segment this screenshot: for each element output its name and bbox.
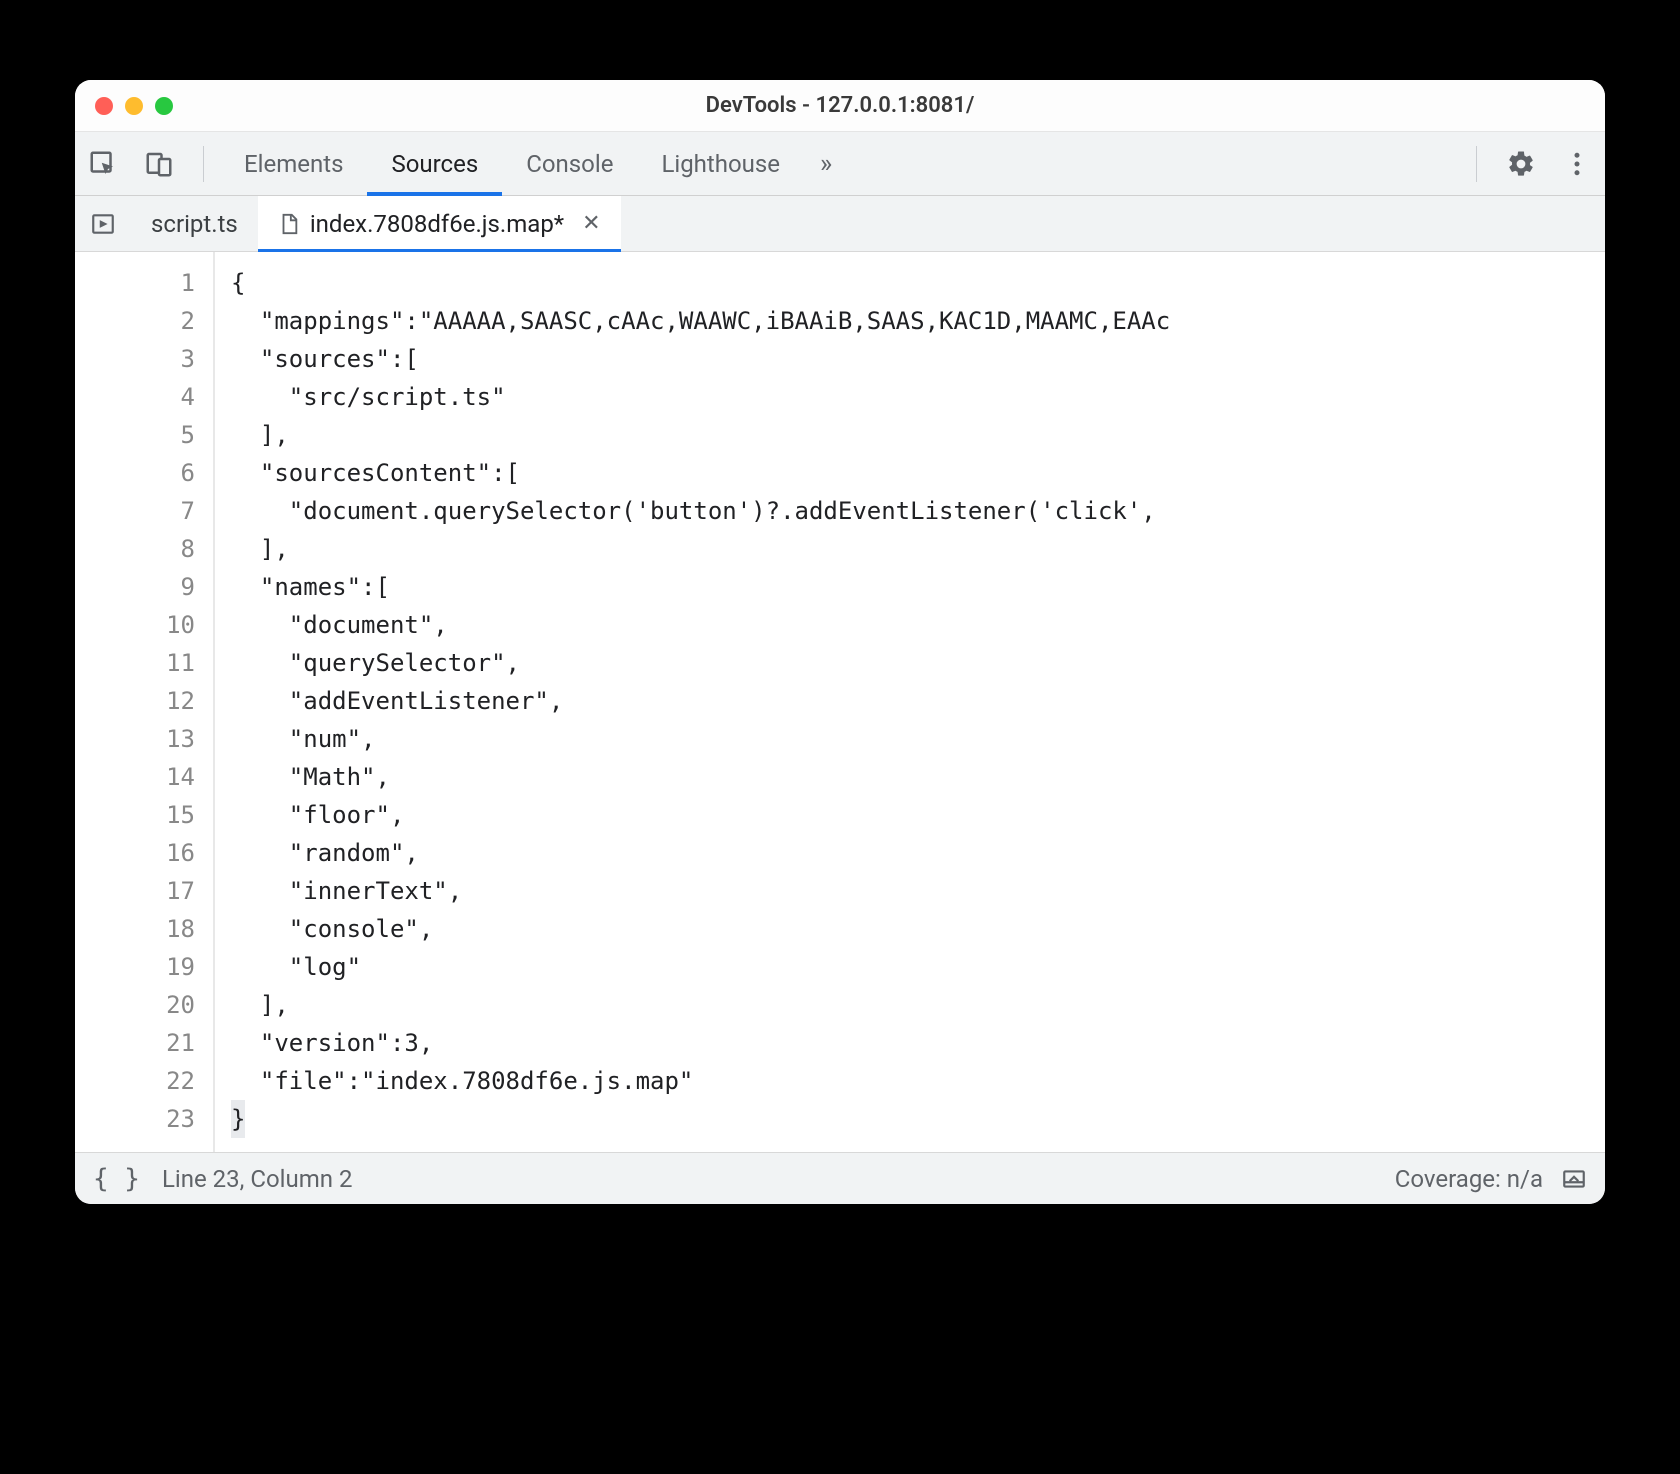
main-tabs-bar: Elements Sources Console Lighthouse » bbox=[75, 132, 1605, 196]
titlebar: DevTools - 127.0.0.1:8081/ bbox=[75, 80, 1605, 132]
code-line[interactable]: { bbox=[231, 264, 1605, 302]
code-line[interactable]: ], bbox=[231, 986, 1605, 1024]
line-number: 11 bbox=[75, 644, 195, 682]
devtools-window: DevTools - 127.0.0.1:8081/ Elements Sour… bbox=[75, 80, 1605, 1204]
line-number: 19 bbox=[75, 948, 195, 986]
code-line[interactable]: "num", bbox=[231, 720, 1605, 758]
line-number: 21 bbox=[75, 1024, 195, 1062]
line-number: 13 bbox=[75, 720, 195, 758]
line-number: 16 bbox=[75, 834, 195, 872]
code-line[interactable]: "console", bbox=[231, 910, 1605, 948]
close-tab-icon[interactable]: ✕ bbox=[574, 211, 600, 236]
status-bar: { } Line 23, Column 2 Coverage: n/a bbox=[75, 1152, 1605, 1204]
code-editor[interactable]: 1234567891011121314151617181920212223 { … bbox=[75, 252, 1605, 1152]
divider bbox=[203, 146, 204, 182]
line-number: 20 bbox=[75, 986, 195, 1024]
code-line[interactable]: } bbox=[231, 1100, 1605, 1138]
coverage-status: Coverage: n/a bbox=[1395, 1165, 1543, 1193]
cursor-position: Line 23, Column 2 bbox=[162, 1165, 352, 1193]
line-number: 1 bbox=[75, 264, 195, 302]
code-line[interactable]: "src/script.ts" bbox=[231, 378, 1605, 416]
tab-lighthouse[interactable]: Lighthouse bbox=[637, 132, 804, 195]
code-line[interactable]: "version":3, bbox=[231, 1024, 1605, 1062]
file-tab-label: script.ts bbox=[151, 210, 238, 238]
line-number: 6 bbox=[75, 454, 195, 492]
inspect-element-icon[interactable] bbox=[79, 140, 127, 188]
line-number: 23 bbox=[75, 1100, 195, 1138]
file-tab-sourcemap[interactable]: index.7808df6e.js.map* ✕ bbox=[258, 196, 621, 251]
kebab-menu-icon[interactable] bbox=[1553, 140, 1601, 188]
tab-console[interactable]: Console bbox=[502, 132, 637, 195]
line-number: 14 bbox=[75, 758, 195, 796]
code-line[interactable]: "sources":[ bbox=[231, 340, 1605, 378]
tab-elements[interactable]: Elements bbox=[220, 132, 367, 195]
line-number: 17 bbox=[75, 872, 195, 910]
line-number: 2 bbox=[75, 302, 195, 340]
code-line[interactable]: "random", bbox=[231, 834, 1605, 872]
line-number: 7 bbox=[75, 492, 195, 530]
settings-icon[interactable] bbox=[1497, 140, 1545, 188]
code-line[interactable]: "file":"index.7808df6e.js.map" bbox=[231, 1062, 1605, 1100]
code-line[interactable]: "mappings":"AAAAA,SAASC,cAAc,WAAWC,iBAAi… bbox=[231, 302, 1605, 340]
device-toolbar-icon[interactable] bbox=[135, 140, 183, 188]
line-number: 9 bbox=[75, 568, 195, 606]
code-line[interactable]: "querySelector", bbox=[231, 644, 1605, 682]
more-tabs-button[interactable]: » bbox=[804, 149, 848, 179]
line-number: 3 bbox=[75, 340, 195, 378]
code-line[interactable]: "Math", bbox=[231, 758, 1605, 796]
code-line[interactable]: ], bbox=[231, 530, 1605, 568]
minimize-window-button[interactable] bbox=[125, 97, 143, 115]
line-number: 22 bbox=[75, 1062, 195, 1100]
code-line[interactable]: "document.querySelector('button')?.addEv… bbox=[231, 492, 1605, 530]
close-window-button[interactable] bbox=[95, 97, 113, 115]
window-title: DevTools - 127.0.0.1:8081/ bbox=[706, 93, 975, 118]
line-number: 18 bbox=[75, 910, 195, 948]
line-number: 4 bbox=[75, 378, 195, 416]
pretty-print-icon[interactable]: { } bbox=[93, 1164, 140, 1194]
code-line[interactable]: "floor", bbox=[231, 796, 1605, 834]
show-drawer-icon[interactable] bbox=[1561, 1166, 1587, 1192]
divider bbox=[1476, 146, 1477, 182]
file-tabs-bar: script.ts index.7808df6e.js.map* ✕ bbox=[75, 196, 1605, 252]
maximize-window-button[interactable] bbox=[155, 97, 173, 115]
code-line[interactable]: "document", bbox=[231, 606, 1605, 644]
line-number: 8 bbox=[75, 530, 195, 568]
code-content[interactable]: { "mappings":"AAAAA,SAASC,cAAc,WAAWC,iBA… bbox=[215, 252, 1605, 1152]
traffic-lights bbox=[95, 97, 173, 115]
file-tab-script-ts[interactable]: script.ts bbox=[131, 196, 258, 251]
line-number: 15 bbox=[75, 796, 195, 834]
tab-sources[interactable]: Sources bbox=[367, 132, 502, 195]
line-number: 10 bbox=[75, 606, 195, 644]
code-line[interactable]: "addEventListener", bbox=[231, 682, 1605, 720]
file-icon bbox=[278, 213, 300, 235]
line-number-gutter: 1234567891011121314151617181920212223 bbox=[75, 252, 215, 1152]
navigator-toggle-icon[interactable] bbox=[75, 196, 131, 251]
code-line[interactable]: "log" bbox=[231, 948, 1605, 986]
file-tab-label: index.7808df6e.js.map* bbox=[310, 210, 564, 238]
line-number: 5 bbox=[75, 416, 195, 454]
code-line[interactable]: ], bbox=[231, 416, 1605, 454]
code-line[interactable]: "names":[ bbox=[231, 568, 1605, 606]
code-line[interactable]: "sourcesContent":[ bbox=[231, 454, 1605, 492]
line-number: 12 bbox=[75, 682, 195, 720]
code-line[interactable]: "innerText", bbox=[231, 872, 1605, 910]
